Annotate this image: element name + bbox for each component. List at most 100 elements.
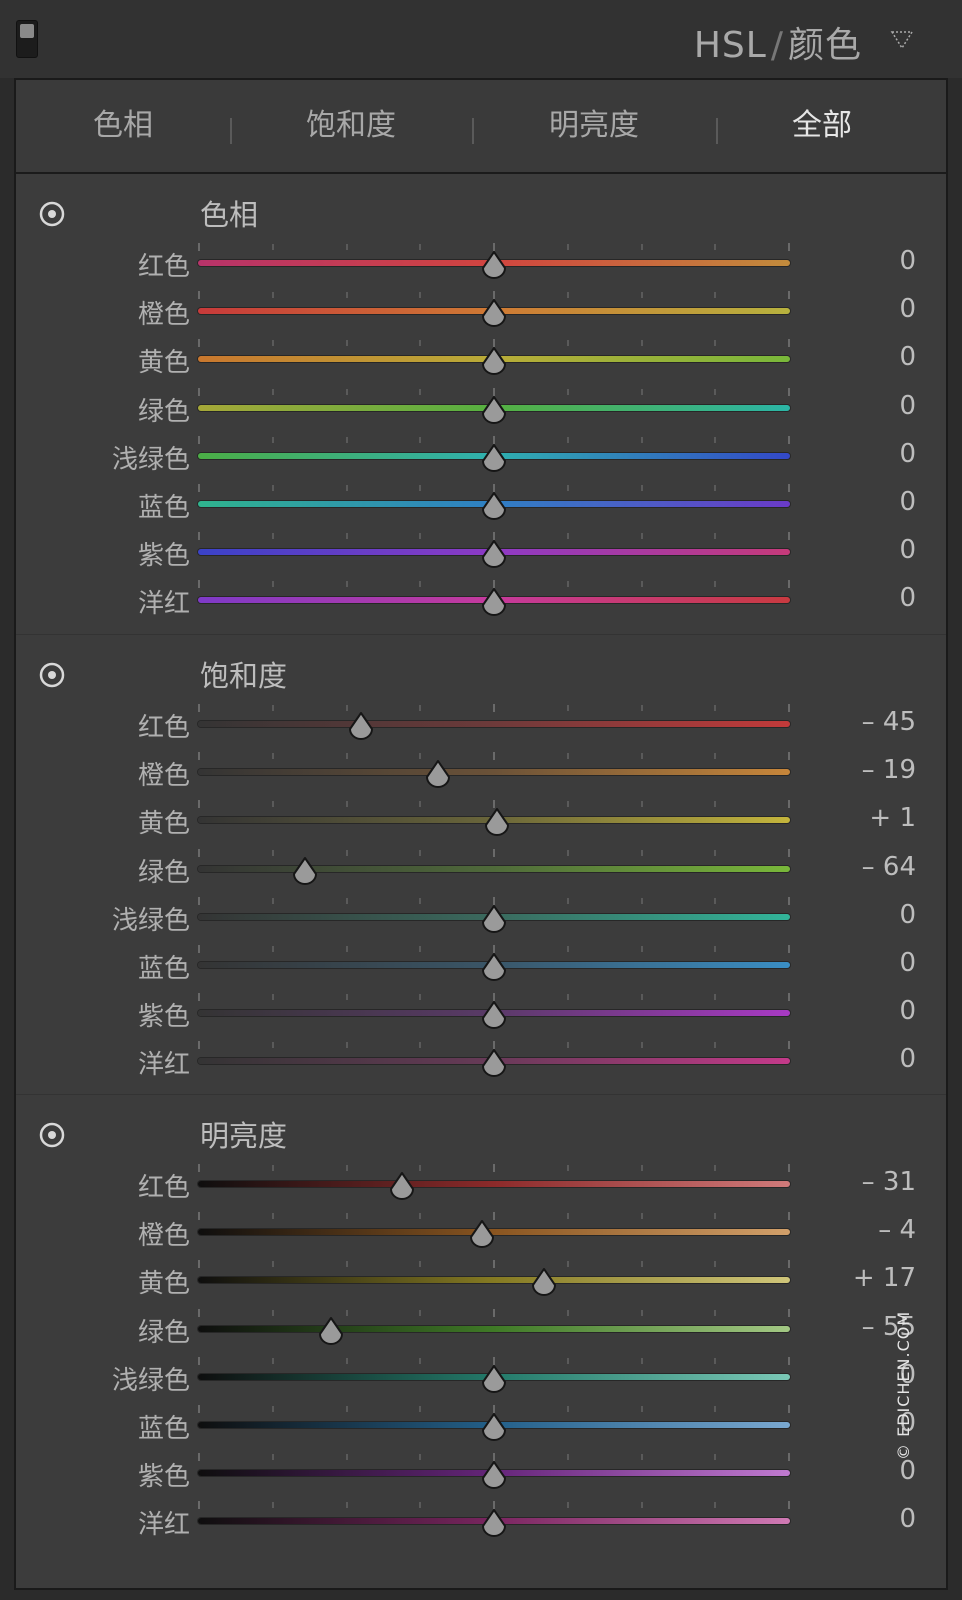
target-adjust-icon[interactable] — [38, 200, 66, 228]
slider-thumb[interactable] — [481, 443, 507, 473]
hsl-panel: 色相 饱和度 明亮度 全部 色相 红色 0 橙色 0 黄色 0 绿色 0 浅绿色 0 蓝色 0 紫色 0 洋红 0 饱和… — [14, 78, 948, 1590]
slider-tick — [714, 1042, 717, 1049]
tab-all[interactable]: 全部 — [762, 80, 882, 172]
slider-thumb[interactable] — [484, 807, 510, 837]
panel-title-color: 颜色 — [787, 25, 862, 66]
slider-label: 洋红 — [137, 1510, 190, 1541]
slider-thumb[interactable] — [481, 250, 507, 280]
slider-value[interactable]: 0 — [899, 535, 916, 565]
slider-row: 红色 – 31 — [16, 1163, 946, 1211]
slider-value[interactable]: 0 — [899, 487, 916, 517]
slider-value[interactable]: 0 — [899, 948, 916, 978]
slider-value[interactable]: 0 — [899, 1504, 916, 1534]
slider-tick — [640, 849, 643, 856]
slider-row: 橙色 – 19 — [16, 751, 946, 799]
slider-thumb[interactable] — [481, 904, 507, 934]
slider-track[interactable] — [198, 769, 790, 776]
slider-value[interactable]: 0 — [899, 900, 916, 930]
slider-value[interactable]: – 45 — [862, 707, 916, 737]
target-adjust-icon[interactable] — [38, 661, 66, 689]
slider-track[interactable] — [198, 721, 790, 727]
slider-value[interactable]: – 19 — [862, 755, 916, 785]
slider-track[interactable] — [198, 865, 790, 872]
tab-hue[interactable]: 色相 — [63, 80, 183, 172]
slider-value[interactable]: 0 — [899, 342, 916, 372]
slider-tick — [566, 436, 569, 443]
slider-label: 橙色 — [137, 300, 190, 331]
slider-tick — [640, 485, 643, 491]
slider-value[interactable]: + 1 — [869, 803, 916, 833]
slider-tick — [198, 1041, 200, 1050]
slider-row: 洋红 0 — [16, 579, 946, 627]
slider-value[interactable]: 0 — [899, 1456, 916, 1486]
slider-track[interactable] — [198, 1181, 790, 1187]
slider-value[interactable]: 0 — [899, 583, 916, 613]
panel-enable-switch[interactable] — [16, 20, 38, 58]
slider-value[interactable]: – 31 — [862, 1167, 916, 1197]
slider-value[interactable]: 0 — [899, 246, 916, 276]
slider-thumb[interactable] — [389, 1171, 415, 1201]
slider-value[interactable]: 0 — [899, 294, 916, 324]
slider-track[interactable] — [198, 1277, 790, 1284]
slider-thumb[interactable] — [481, 1048, 507, 1078]
slider-thumb[interactable] — [481, 1364, 507, 1394]
panel-title-hsl: HSL — [693, 25, 767, 66]
slider-tick — [788, 800, 790, 809]
tab-saturation[interactable]: 饱和度 — [271, 80, 431, 172]
slider-thumb[interactable] — [318, 1316, 344, 1346]
slider-label: 红色 — [137, 1173, 190, 1203]
slider-value[interactable]: 0 — [899, 439, 916, 469]
slider-tick — [271, 1406, 274, 1412]
slider-tick — [640, 533, 643, 540]
slider-thumb[interactable] — [481, 298, 507, 328]
slider-tick — [419, 1213, 422, 1220]
slider-thumb[interactable] — [481, 952, 507, 982]
slider-label: 浅绿色 — [111, 905, 190, 936]
target-adjust-icon[interactable] — [38, 1121, 66, 1149]
slider-track[interactable] — [198, 1325, 790, 1332]
panel-menu-icon[interactable] — [890, 28, 914, 52]
slider-tick — [198, 945, 200, 953]
section-hue: 色相 红色 0 橙色 0 黄色 0 绿色 0 浅绿色 0 蓝色 0 紫色 0 洋红 0 — [16, 174, 946, 634]
slider-thumb[interactable] — [481, 1460, 507, 1490]
slider-value[interactable]: – 4 — [878, 1215, 916, 1245]
slider-tick — [198, 1164, 200, 1172]
tab-luminance[interactable]: 明亮度 — [514, 80, 674, 172]
slider-thumb[interactable] — [292, 856, 318, 886]
slider-thumb[interactable] — [481, 1412, 507, 1442]
slider-tick — [788, 1212, 790, 1221]
slider-thumb[interactable] — [531, 1267, 557, 1297]
slider-tick — [788, 993, 790, 1002]
slider-tick — [345, 946, 348, 952]
slider-row: 绿色 – 64 — [16, 848, 946, 896]
slider-tick — [566, 1213, 569, 1220]
panel-title[interactable]: HSL / 颜色 — [694, 16, 862, 68]
slider-value[interactable]: + 17 — [853, 1263, 916, 1293]
slider-value[interactable]: – 64 — [862, 852, 916, 882]
slider-value[interactable]: 0 — [899, 1044, 916, 1074]
slider-tick — [566, 1502, 569, 1509]
slider-thumb[interactable] — [481, 395, 507, 425]
slider-tick — [271, 801, 274, 808]
slider-tick — [198, 1453, 200, 1462]
slider-tick — [640, 292, 643, 299]
slider-thumb[interactable] — [425, 759, 451, 789]
slider-thumb[interactable] — [481, 587, 507, 617]
slider-tick — [714, 1213, 717, 1220]
slider-value[interactable]: 0 — [899, 996, 916, 1026]
slider-row: 黄色 0 — [16, 338, 946, 386]
slider-value[interactable]: 0 — [899, 391, 916, 421]
slider-thumb[interactable] — [481, 491, 507, 521]
slider-tick — [198, 896, 200, 905]
slider-tick — [714, 801, 717, 808]
slider-tick — [271, 946, 274, 952]
slider-thumb[interactable] — [481, 539, 507, 569]
slider-thumb[interactable] — [481, 1508, 507, 1538]
slider-tick — [345, 388, 348, 395]
slider-tick — [788, 243, 790, 251]
slider-thumb[interactable] — [469, 1219, 495, 1249]
slider-label: 黄色 — [137, 1269, 190, 1300]
slider-thumb[interactable] — [481, 1000, 507, 1030]
slider-thumb[interactable] — [348, 711, 374, 741]
slider-thumb[interactable] — [481, 346, 507, 376]
